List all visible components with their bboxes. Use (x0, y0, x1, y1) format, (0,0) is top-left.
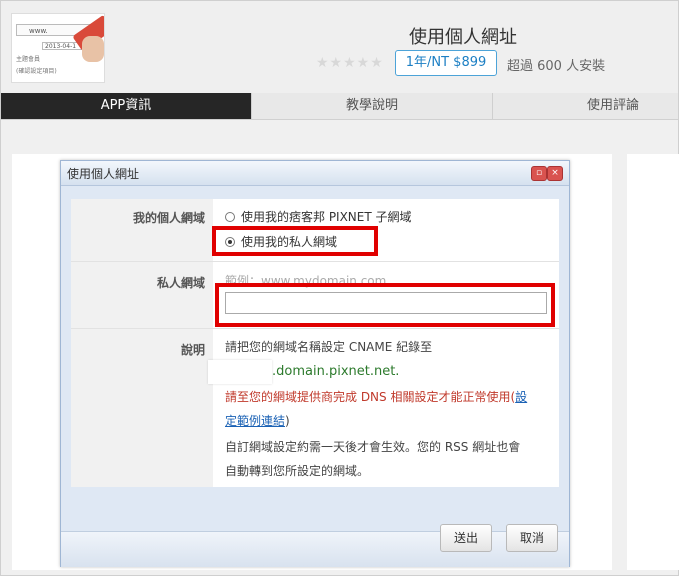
description-label: 說明 (71, 329, 213, 487)
cname-target: .domain.pixnet.net. (272, 364, 400, 379)
radio-pixnet-label: 使用我的痞客邦 PIXNET 子網域 (241, 210, 412, 224)
desc-line1: 請把您的網域名稱設定 CNAME 紀錄至 (225, 340, 433, 354)
radio-pixnet[interactable] (225, 212, 235, 222)
hand-icon (82, 36, 104, 62)
redacted-subdomain (208, 360, 272, 384)
rating-stars-icon: ★★★★★ (316, 55, 384, 71)
app-thumbnail: www. 2013-04-1 主題會員 (確認設定項目) (11, 13, 105, 83)
example-link-cont[interactable]: 定範例連結 (225, 414, 285, 428)
side-panel (627, 154, 679, 570)
dns-warning-text: 請至您的網域提供商完成 DNS 相關設定才能正常使用( (225, 390, 516, 404)
tab-app-info[interactable]: APP資訊 (1, 93, 251, 119)
dialog-titlebar: 使用個人網址 ▫ × (61, 161, 569, 186)
link-close-paren: ) (285, 414, 290, 428)
app-title: 使用個人網址 (409, 27, 517, 48)
price-button[interactable]: 1年/NT $899 (395, 50, 497, 76)
thumb-row2: (確認設定項目) (16, 68, 57, 75)
submit-button[interactable]: 送出 (440, 524, 492, 552)
app-header: www. 2013-04-1 主題會員 (確認設定項目) 使用個人網址 (1, 1, 678, 93)
dialog-footer (61, 531, 569, 567)
highlight-domain-input (215, 283, 555, 327)
radio-option-pixnet[interactable]: 使用我的痞客邦 PIXNET 子網域 (225, 208, 412, 225)
desc-line3: 自訂網域設定約需一天後才會生效。您的 RSS 網址也會 (225, 440, 521, 454)
cancel-button[interactable]: 取消 (506, 524, 558, 552)
example-link[interactable]: 設 (515, 390, 527, 404)
dns-warning: 請至您的網域提供商完成 DNS 相關設定才能正常使用(設 (225, 388, 527, 405)
minimize-icon[interactable]: ▫ (531, 166, 547, 181)
tab-bar: APP資訊 教學說明 使用評論 (1, 93, 678, 120)
dialog-title: 使用個人網址 (67, 167, 140, 181)
highlight-private-option (212, 226, 378, 256)
domain-type-label: 我的個人網域 (71, 199, 213, 261)
dns-warning-cont: 定範例連結) (225, 412, 290, 429)
desc-line4: 自動轉到您所設定的網域。 (225, 464, 370, 478)
close-icon[interactable]: × (547, 166, 563, 181)
tab-tutorial[interactable]: 教學說明 (252, 93, 492, 119)
private-domain-label: 私人網域 (71, 262, 213, 328)
install-count: 超過 600 人安裝 (507, 59, 606, 74)
tab-reviews[interactable]: 使用評論 (493, 93, 679, 119)
